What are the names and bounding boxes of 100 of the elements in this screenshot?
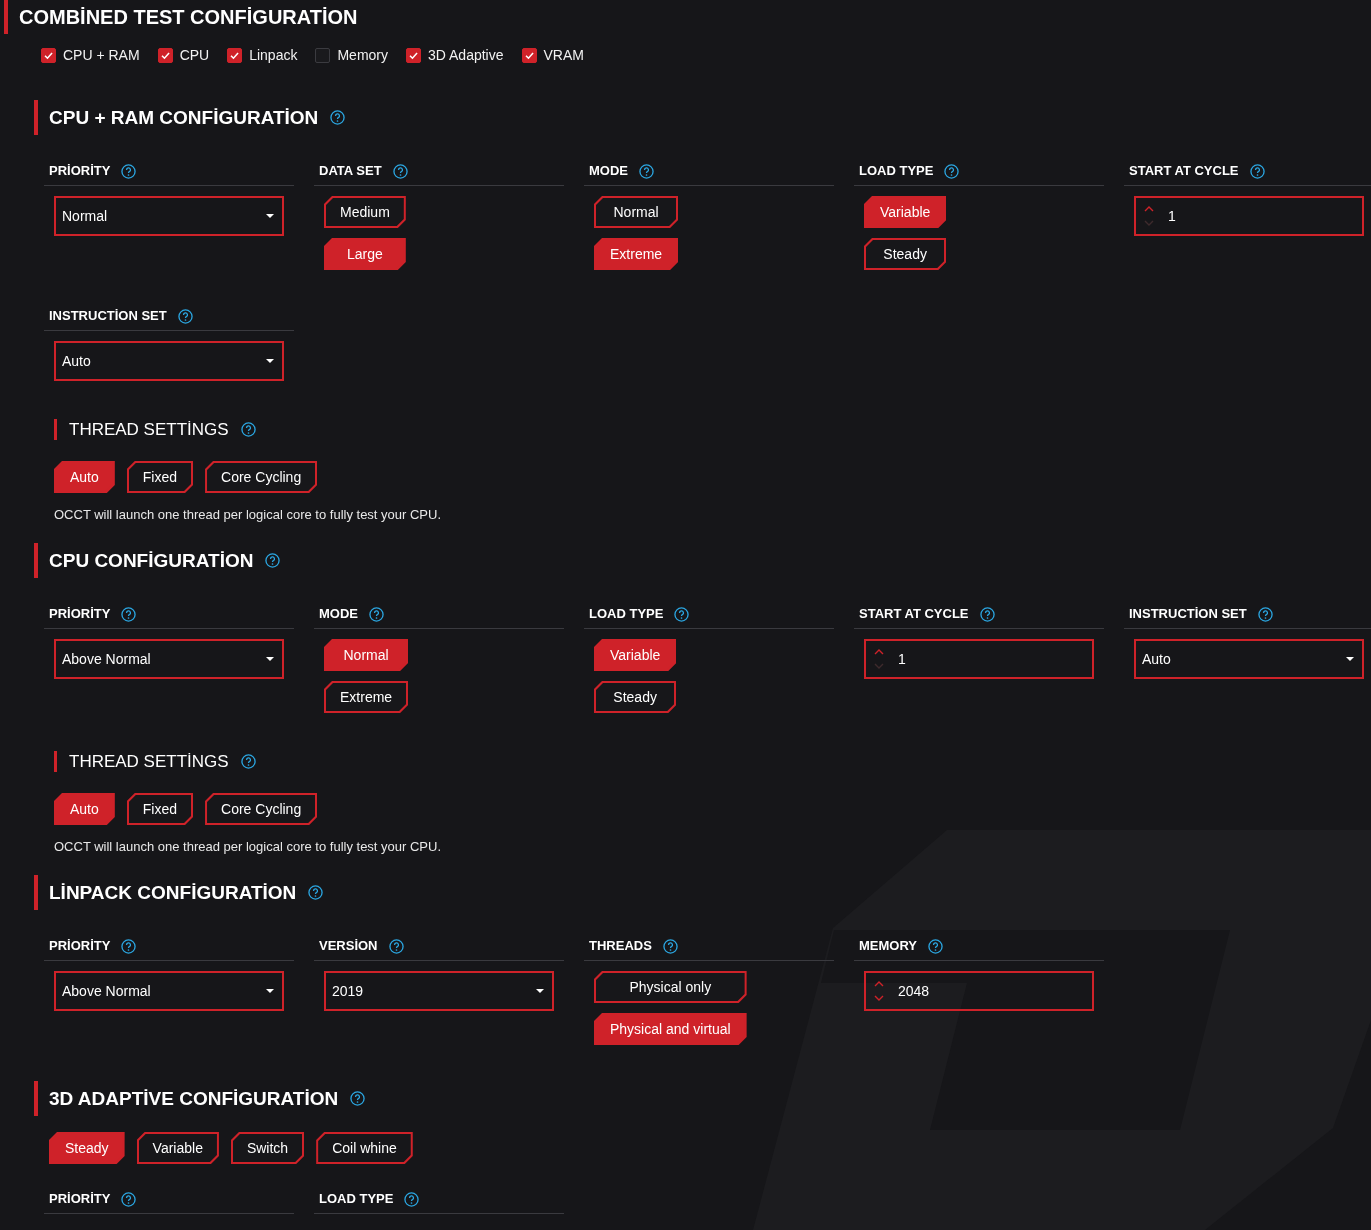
chevron-down-icon[interactable] [874, 995, 884, 1001]
field-label: MODE [589, 163, 628, 179]
option-button[interactable]: Extreme [324, 681, 409, 713]
help-icon[interactable] [330, 110, 346, 125]
help-icon[interactable] [265, 553, 281, 568]
help-icon[interactable] [1249, 163, 1265, 179]
checkbox-label[interactable]: CPU [179, 47, 210, 63]
subsection-title: THREAD SETTİNGS [54, 751, 229, 772]
help-icon[interactable] [392, 163, 408, 179]
section-title: LİNPACK CONFİGURATİON [34, 875, 297, 910]
help-icon[interactable] [240, 422, 256, 437]
help-icon[interactable] [388, 938, 404, 954]
option-button[interactable]: Auto [54, 793, 115, 825]
option-button[interactable]: Core Cycling [205, 793, 318, 825]
help-icon[interactable] [928, 938, 944, 954]
field-label: DATA SET [319, 163, 382, 179]
mode-button[interactable]: Variable [136, 1132, 219, 1164]
option-button[interactable]: Physical only [594, 971, 747, 1003]
option-button[interactable]: Normal [594, 196, 679, 228]
option-button[interactable]: Physical and virtual [594, 1013, 747, 1045]
checkbox[interactable] [406, 47, 421, 63]
help-icon[interactable] [308, 885, 324, 900]
help-icon[interactable] [121, 1191, 137, 1207]
option-button[interactable]: Fixed [126, 793, 194, 825]
dropdown[interactable]: Auto [1134, 639, 1364, 679]
chevron-up-icon[interactable] [874, 981, 884, 987]
section-title: CPU + RAM CONFİGURATİON [34, 100, 319, 135]
caret-icon [1346, 657, 1354, 661]
help-icon[interactable] [121, 606, 137, 622]
field-label: PRİORİTY [49, 163, 111, 179]
option-button[interactable]: Large [324, 238, 406, 270]
option-button[interactable]: Extreme [594, 238, 679, 270]
field-label: LOAD TYPE [589, 606, 664, 622]
checkbox-label[interactable]: 3D Adaptive [428, 47, 504, 63]
checkbox-label[interactable]: CPU + RAM [63, 47, 140, 63]
number-field[interactable]: 1 [864, 639, 1094, 679]
field-label: INSTRUCTİON SET [49, 308, 167, 324]
help-icon[interactable] [350, 1091, 366, 1106]
option-button[interactable]: Core Cycling [205, 461, 318, 493]
caret-icon [266, 657, 274, 661]
dropdown[interactable]: Auto [54, 341, 284, 381]
help-icon[interactable] [662, 938, 678, 954]
option-button[interactable]: Fixed [126, 461, 194, 493]
help-icon[interactable] [944, 163, 960, 179]
field-label: THREADS [589, 938, 652, 954]
field-label: PRİORİTY [49, 606, 111, 622]
mode-button[interactable]: Coil whine [316, 1132, 413, 1164]
description-text: OCCT will launch one thread per logical core to fully test your CPU. [54, 839, 442, 855]
subsection-title: THREAD SETTİNGS [54, 419, 229, 440]
field-label: VERSİON [319, 938, 378, 954]
field-label: START AT CYCLE [859, 606, 969, 622]
dropdown[interactable]: Above Normal [54, 639, 284, 679]
help-icon[interactable] [369, 606, 384, 622]
checkbox[interactable] [315, 47, 331, 63]
help-icon[interactable] [1257, 606, 1273, 622]
option-button[interactable]: Normal [324, 639, 409, 671]
chevron-up-icon[interactable] [874, 649, 884, 655]
option-button[interactable]: Steady [864, 238, 947, 270]
help-icon[interactable] [639, 163, 654, 179]
checkbox[interactable] [157, 47, 173, 63]
field-label: MODE [319, 606, 358, 622]
help-icon[interactable] [121, 163, 137, 179]
dropdown[interactable]: Normal [54, 196, 284, 236]
caret-icon [266, 359, 274, 363]
dropdown[interactable]: Above Normal [54, 971, 284, 1011]
chevron-up-icon[interactable] [1144, 206, 1154, 212]
checkbox[interactable] [41, 47, 56, 63]
field-label: PRİORİTY [49, 938, 111, 954]
dropdown[interactable]: 2019 [324, 971, 554, 1011]
field-label: START AT CYCLE [1129, 163, 1239, 179]
page-title: COMBİNED TEST CONFİGURATİON [4, 0, 358, 34]
number-field[interactable]: 1 [1134, 196, 1364, 236]
help-icon[interactable] [240, 754, 256, 769]
field-label: LOAD TYPE [859, 163, 934, 179]
help-icon[interactable] [404, 1191, 420, 1207]
help-icon[interactable] [177, 308, 193, 324]
number-field[interactable]: 2048 [864, 971, 1094, 1011]
checkbox-label[interactable]: VRAM [543, 47, 584, 63]
caret-icon [536, 989, 544, 993]
option-button[interactable]: Variable [864, 196, 947, 228]
field-label: MEMORY [859, 938, 918, 954]
mode-button[interactable]: Steady [49, 1132, 125, 1164]
checkbox[interactable] [227, 47, 243, 63]
field-label: LOAD TYPE [319, 1191, 394, 1207]
field-label: PRİORİTY [49, 1191, 111, 1207]
help-icon[interactable] [121, 938, 137, 954]
checkbox-label[interactable]: Memory [337, 47, 388, 63]
section-title: CPU CONFİGURATİON [34, 543, 254, 578]
caret-icon [266, 214, 274, 218]
checkbox-label[interactable]: Linpack [249, 47, 298, 63]
field-label: INSTRUCTİON SET [1129, 606, 1247, 622]
option-button[interactable]: Auto [54, 461, 115, 493]
option-button[interactable]: Medium [324, 196, 406, 228]
mode-button[interactable]: Switch [230, 1132, 305, 1164]
help-icon[interactable] [979, 606, 995, 622]
checkbox[interactable] [521, 47, 537, 63]
option-button[interactable]: Variable [594, 639, 677, 671]
caret-icon [266, 989, 274, 993]
help-icon[interactable] [674, 606, 690, 622]
option-button[interactable]: Steady [594, 681, 677, 713]
